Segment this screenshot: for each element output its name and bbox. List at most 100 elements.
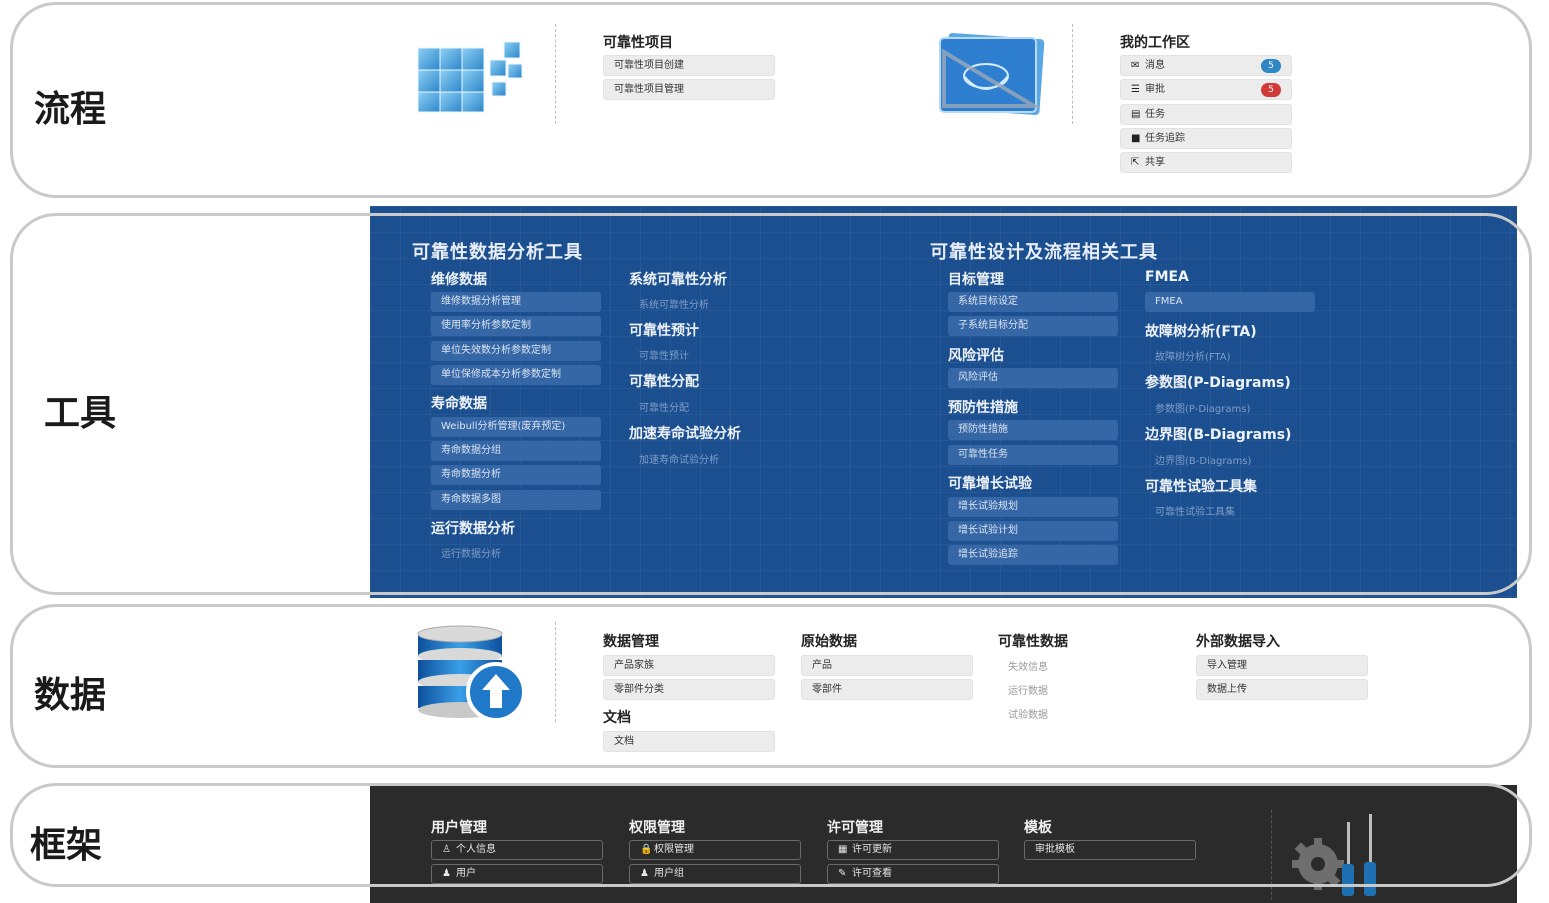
user-group-icon: ♟ — [640, 868, 649, 879]
fmea-heading: FMEA — [1145, 269, 1189, 285]
tool-link[interactable]: 可靠性预计 — [639, 347, 689, 362]
section-label-process: 流程 — [34, 89, 107, 130]
data-link[interactable]: 失效信息 — [1008, 658, 1048, 673]
runtime-analysis-heading: 运行数据分析 — [431, 521, 515, 537]
approval-count-badge: 5 — [1261, 83, 1281, 97]
lock-icon: 🔒 — [640, 844, 653, 855]
database-upload-icon — [417, 625, 526, 722]
data-item[interactable]: 导入管理 — [1196, 655, 1368, 676]
user-management-heading: 用户管理 — [431, 820, 487, 836]
target-management-heading: 目标管理 — [948, 272, 1004, 288]
tool-item[interactable]: 增长试验规划 — [948, 497, 1118, 517]
tool-item[interactable]: 寿命数据分析 — [431, 465, 601, 485]
reliability-allocation-heading: 可靠性分配 — [629, 374, 699, 390]
data-item[interactable]: 零部件分类 — [603, 679, 775, 700]
fta-heading: 故障树分析(FTA) — [1145, 324, 1257, 340]
share-icon: ⇱ — [1131, 157, 1140, 168]
framework-item-label: 审批模板 — [1035, 844, 1075, 855]
tool-link[interactable]: 边界图(B-Diagrams) — [1155, 452, 1251, 467]
tool-item[interactable]: 单位保修成本分析参数定制 — [431, 365, 601, 385]
tool-item[interactable]: FMEA — [1145, 292, 1315, 312]
data-item[interactable]: 产品 — [801, 655, 973, 676]
data-link[interactable]: 试验数据 — [1008, 706, 1048, 721]
task-icon: ▤ — [1131, 109, 1141, 120]
framework-item[interactable]: ♟ 用户 — [431, 864, 603, 884]
tool-item[interactable]: 子系统目标分配 — [948, 316, 1118, 336]
framework-item[interactable]: ▦ 许可更新 — [827, 840, 999, 860]
tool-link[interactable]: 可靠性试验工具集 — [1155, 503, 1235, 518]
templates-heading: 模板 — [1024, 820, 1052, 836]
b-diagram-heading: 边界图(B-Diagrams) — [1145, 427, 1292, 443]
workspace-messages-item[interactable]: ✉ 消息 5 — [1120, 55, 1292, 76]
project-create-item[interactable]: 可靠性项目创建 — [603, 55, 775, 76]
license-view-icon: ✎ — [838, 868, 847, 879]
reliability-data-heading: 可靠性数据 — [998, 634, 1068, 650]
divider — [1271, 810, 1272, 900]
license-update-icon: ▦ — [838, 844, 848, 855]
risk-assessment-heading: 风险评估 — [948, 348, 1004, 364]
data-item[interactable]: 数据上传 — [1196, 679, 1368, 700]
analysis-tools-title: 可靠性数据分析工具 — [412, 242, 583, 263]
tool-item[interactable]: 预防性措施 — [948, 420, 1118, 440]
workspace-item-label: 任务 — [1145, 109, 1165, 120]
project-manage-item[interactable]: 可靠性项目管理 — [603, 79, 775, 100]
tool-item[interactable]: 增长试验计划 — [948, 521, 1118, 541]
raw-data-heading: 原始数据 — [801, 634, 857, 650]
tool-item[interactable]: 维修数据分析管理 — [431, 292, 601, 312]
task-tracking-icon: ■ — [1131, 133, 1141, 144]
design-tools-title: 可靠性设计及流程相关工具 — [930, 242, 1158, 263]
divider — [555, 622, 556, 722]
license-management-heading: 许可管理 — [827, 820, 883, 836]
tool-item[interactable]: Weibull分析管理(废弃预定) — [431, 417, 601, 437]
tool-link[interactable]: 故障树分析(FTA) — [1155, 348, 1231, 363]
workspace-item-label: 审批 — [1145, 84, 1165, 95]
workspace-heading: 我的工作区 — [1120, 35, 1190, 51]
framework-item-label: 用户 — [456, 868, 476, 879]
tool-item[interactable]: 增长试验追踪 — [948, 545, 1118, 565]
user-icon: ♟ — [442, 868, 451, 879]
tool-link[interactable]: 可靠性分配 — [639, 399, 689, 414]
panel-background-grid — [370, 206, 1517, 598]
user-profile-icon: ♙ — [442, 844, 451, 855]
tool-link[interactable]: 运行数据分析 — [441, 545, 501, 560]
documents-heading: 文档 — [603, 710, 631, 726]
framework-item[interactable]: 审批模板 — [1024, 840, 1196, 860]
framework-item-label: 权限管理 — [654, 844, 694, 855]
test-toolkit-heading: 可靠性试验工具集 — [1145, 479, 1257, 495]
data-item[interactable]: 文档 — [603, 731, 775, 752]
tool-item[interactable]: 风险评估 — [948, 368, 1118, 388]
framework-item[interactable]: ♙ 个人信息 — [431, 840, 603, 860]
design-book-icon — [939, 33, 1045, 115]
section-label-framework: 框架 — [30, 825, 103, 866]
divider — [555, 24, 556, 124]
tool-item[interactable]: 寿命数据分组 — [431, 441, 601, 461]
workspace-task-tracking-item[interactable]: ■ 任务追踪 — [1120, 128, 1292, 149]
framework-item-label: 用户组 — [654, 868, 684, 879]
workspace-share-item[interactable]: ⇱ 共享 — [1120, 152, 1292, 173]
tool-item[interactable]: 使用率分析参数定制 — [431, 316, 601, 336]
workspace-approval-item[interactable]: ☰ 审批 5 — [1120, 79, 1292, 100]
framework-item-label: 个人信息 — [456, 844, 496, 855]
framework-item[interactable]: ♟ 用户组 — [629, 864, 801, 884]
tool-item[interactable]: 可靠性任务 — [948, 445, 1118, 465]
process-section-frame — [10, 2, 1532, 198]
tool-item[interactable]: 系统目标设定 — [948, 292, 1118, 312]
tool-link[interactable]: 系统可靠性分析 — [639, 296, 709, 311]
envelope-icon: ✉ — [1131, 60, 1140, 71]
framework-item[interactable]: ✎ 许可查看 — [827, 864, 999, 884]
gear-tools-icon — [1292, 814, 1376, 896]
tool-link[interactable]: 加速寿命试验分析 — [639, 451, 719, 466]
data-link[interactable]: 运行数据 — [1008, 682, 1048, 697]
tool-item[interactable]: 寿命数据多图 — [431, 490, 601, 510]
tool-item[interactable]: 单位失效数分析参数定制 — [431, 341, 601, 361]
framework-item[interactable]: 🔒 权限管理 — [629, 840, 801, 860]
tool-link[interactable]: 参数图(P-Diagrams) — [1155, 400, 1250, 415]
approval-icon: ☰ — [1131, 84, 1140, 95]
external-import-heading: 外部数据导入 — [1196, 634, 1280, 650]
data-item[interactable]: 产品家族 — [603, 655, 775, 676]
workspace-task-item[interactable]: ▤ 任务 — [1120, 104, 1292, 125]
data-item[interactable]: 零部件 — [801, 679, 973, 700]
system-reliability-heading: 系统可靠性分析 — [629, 272, 727, 288]
accelerated-life-test-heading: 加速寿命试验分析 — [629, 426, 741, 442]
workspace-item-label: 共享 — [1145, 157, 1165, 168]
